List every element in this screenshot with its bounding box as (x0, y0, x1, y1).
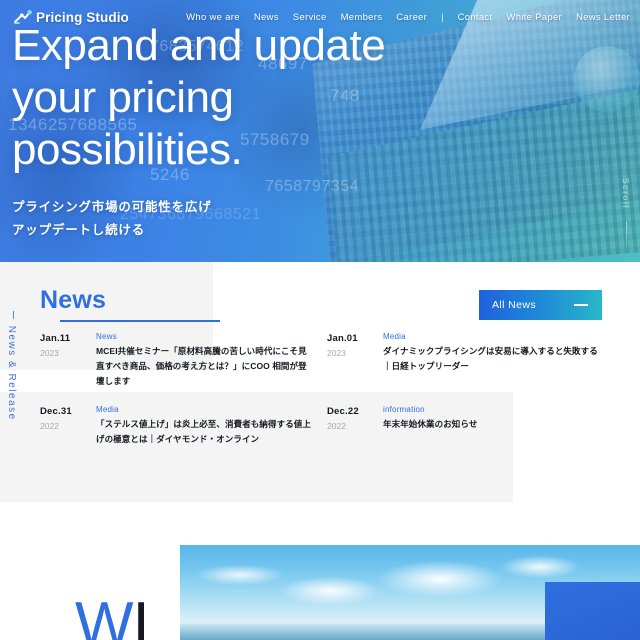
news-item-year: 2023 (40, 348, 59, 358)
news-item-category: Media (96, 404, 119, 414)
news-item-date: Dec.22 2022 (327, 405, 373, 447)
news-heading-underline (60, 320, 220, 322)
site-header: Pricing Studio Who we are News Service M… (0, 0, 640, 34)
hero-headline: Expand and update your pricing possibili… (12, 20, 386, 176)
hero-headline-line-2: your pricing (12, 72, 234, 122)
news-item-date: Dec.31 2022 (40, 405, 86, 447)
hero-subheadline-line-2: アップデートし続ける (12, 223, 146, 238)
site-logo-text: Pricing Studio (36, 9, 129, 25)
nav-item-contact[interactable]: Contact (458, 12, 493, 23)
news-item-body: information 年末年始休業のお知らせ (383, 405, 600, 447)
news-list-item[interactable]: Jan.11 2023 News MCEI共催セミナー「原材料高騰の苦しい時代に… (40, 332, 313, 389)
site-logo[interactable]: Pricing Studio (14, 9, 129, 25)
news-item-body: News MCEI共催セミナー「原材料高騰の苦しい時代にこそ見直すべき商品、価格… (96, 332, 313, 389)
nav-item-career[interactable]: Career (396, 12, 427, 23)
news-item-category: Media (383, 332, 406, 341)
big-letter-w: W (75, 590, 134, 640)
pricing-studio-logo-icon (14, 9, 32, 25)
news-list-item[interactable]: Jan.01 2023 Media ダイナミックプライシングは安易に導入すると失… (327, 332, 600, 389)
arrow-right-icon (574, 304, 588, 306)
news-item-day: Jan.01 (327, 333, 358, 344)
section-big-letter: WI (75, 594, 150, 640)
scroll-indicator-label: Scroll (621, 178, 631, 209)
news-list-item[interactable]: Dec.31 2022 Media 「ステルス値上げ」は炎上必至、消費者も納得す… (40, 405, 313, 447)
news-item-day: Jan.11 (40, 333, 71, 344)
big-letter-bar: I (132, 590, 150, 640)
nav-item-white-paper[interactable]: White Paper (506, 12, 562, 23)
news-item-category: News (96, 332, 117, 341)
main-navigation: Who we are News Service Members Career |… (186, 12, 630, 23)
hero-section: 7683574612 48697 748 1346257688565 57586… (0, 0, 640, 262)
news-item-title: MCEI共催セミナー「原材料高騰の苦しい時代にこそ見直すべき商品、価格の考え方と… (96, 346, 307, 386)
news-vertical-label: ー News & Release (6, 310, 17, 421)
news-item-year: 2022 (327, 420, 346, 431)
hero-number: 7658797354 (265, 178, 359, 195)
nav-divider: | (441, 11, 444, 23)
homepage: 7683574612 48697 748 1346257688565 57586… (0, 0, 640, 640)
news-item-title: 年末年始休業のお知らせ (383, 418, 478, 429)
nav-item-service[interactable]: Service (293, 12, 327, 23)
news-item-day: Dec.22 (327, 405, 359, 417)
hero-headline-line-3: possibilities. (12, 124, 243, 174)
scroll-indicator-line (626, 222, 627, 256)
nav-item-who-we-are[interactable]: Who we are (186, 12, 240, 23)
news-item-year: 2023 (327, 348, 346, 358)
hero-subheadline-line-1: プライシング市場の可能性を広げ (12, 200, 212, 214)
news-item-day: Dec.31 (40, 405, 72, 417)
news-list-item[interactable]: Dec.22 2022 information 年末年始休業のお知らせ (327, 405, 600, 447)
nav-item-members[interactable]: Members (341, 12, 383, 23)
news-list: Jan.11 2023 News MCEI共催セミナー「原材料高騰の苦しい時代に… (40, 332, 600, 446)
news-item-date: Jan.01 2023 (327, 332, 373, 389)
blue-accent-card (545, 582, 640, 640)
news-item-body: Media 「ステルス値上げ」は炎上必至、消費者も納得する値上げの極意とは｜ダイ… (96, 405, 313, 447)
news-section: ー News & Release News All News Jan.11 20… (0, 262, 640, 502)
news-item-category: information (383, 404, 425, 414)
news-item-title: ダイナミックプライシングは安易に導入すると失敗する｜日経トップリーダー (383, 346, 598, 371)
nav-item-news[interactable]: News (254, 12, 279, 23)
news-item-title: 「ステルス値上げ」は炎上必至、消費者も納得する値上げの極意とは｜ダイヤモンド・オ… (96, 418, 312, 444)
news-heading: News (40, 286, 107, 314)
nav-item-news-letter[interactable]: News Letter (576, 12, 630, 23)
all-news-button[interactable]: All News (479, 290, 602, 320)
news-item-year: 2022 (40, 420, 59, 431)
news-item-date: Jan.11 2023 (40, 332, 86, 389)
news-item-body: Media ダイナミックプライシングは安易に導入すると失敗する｜日経トップリーダ… (383, 332, 600, 389)
all-news-button-label: All News (492, 299, 537, 311)
hero-subheadline: プライシング市場の可能性を広げ アップデートし続ける (12, 196, 212, 242)
